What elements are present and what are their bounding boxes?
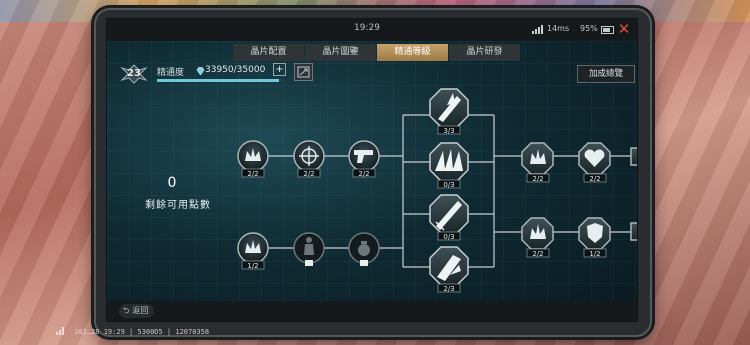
mastery-screen: 19:29 14ms 95% ✕ 晶片配置 晶片圖鑒 精通等級 晶片研發 23 … (106, 18, 638, 322)
node-progress: 2/2 (589, 175, 600, 183)
node-progress: 2/3 (443, 285, 454, 293)
lock-icon (305, 260, 313, 266)
node-progress: 2/2 (358, 170, 369, 178)
node-progress: 2/2 (247, 170, 258, 178)
footer-signal-icon (56, 327, 64, 335)
node-sword[interactable]: 0/3 (429, 194, 469, 241)
node-offscreen-1[interactable] (630, 147, 637, 166)
node-crosshair[interactable]: 2/2 (293, 140, 325, 178)
node-crown-crystal-4[interactable]: 2/2 (521, 217, 554, 258)
node-crown-crystal-1[interactable]: 2/2 (237, 140, 269, 178)
node-shield[interactable]: 1/2 (578, 217, 611, 258)
grenade-icon (358, 244, 370, 256)
node-claw-slash[interactable]: 0/3 (429, 142, 469, 189)
node-progress: 2/2 (532, 250, 543, 258)
node-progress: 1/2 (247, 262, 258, 270)
bottom-bar: ⮌ 返回 (107, 301, 637, 321)
mastery-tree: 2/2 2/2 2/2 1/2 3/3 0/3 0/3 2/3 2/2 2/2 … (237, 88, 637, 293)
node-progress: 0/3 (443, 233, 454, 241)
node-pistol[interactable]: 2/2 (348, 140, 380, 178)
node-progress: 1/2 (589, 250, 600, 258)
node-progress: 2/2 (303, 170, 314, 178)
back-button[interactable]: ⮌ 返回 (119, 304, 155, 318)
node-crown-crystal-3[interactable]: 2/2 (521, 142, 554, 183)
node-wind-shard[interactable]: 2/3 (429, 246, 469, 293)
node-crown-crystal-2[interactable]: 1/2 (237, 232, 269, 270)
node-progress: 0/3 (443, 181, 454, 189)
back-arrow-icon: ⮌ (123, 306, 130, 315)
lock-icon (360, 260, 368, 266)
node-progress: 2/2 (532, 175, 543, 183)
node-progress: 3/3 (443, 127, 454, 135)
footer-info: 202…28 19:29 | 5300D5 | 12070358 (70, 328, 210, 336)
node-offscreen-2[interactable] (630, 222, 637, 241)
node-grenade-locked[interactable] (348, 232, 380, 266)
node-flame-blade[interactable]: 3/3 (429, 88, 469, 135)
back-label: 返回 (132, 306, 149, 315)
node-soldier-locked[interactable] (293, 232, 325, 266)
node-heart-shield[interactable]: 2/2 (578, 142, 611, 183)
